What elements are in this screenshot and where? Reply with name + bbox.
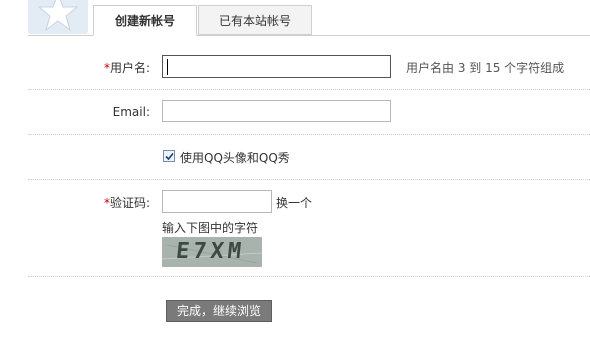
captcha-input[interactable] — [162, 190, 272, 213]
captcha-row: *验证码: 换一个 输入下图中的字符 E7XM — [28, 180, 590, 277]
captcha-instruction: 输入下图中的字符 — [162, 221, 259, 235]
qq-avatar-label[interactable]: 使用QQ头像和QQ秀 — [180, 149, 290, 166]
email-row: Email: — [28, 90, 590, 135]
email-label: Email: — [112, 105, 150, 119]
email-input[interactable] — [162, 100, 391, 122]
qq-option-row: 使用QQ头像和QQ秀 — [28, 135, 590, 180]
qq-avatar-checkbox[interactable] — [163, 150, 175, 162]
checkmark-icon — [165, 152, 174, 161]
username-input[interactable] — [162, 55, 391, 78]
tab-create-account[interactable]: 创建新帐号 — [93, 5, 197, 36]
captcha-characters: E7XM — [174, 239, 247, 264]
captcha-image: E7XM — [162, 237, 262, 267]
username-hint: 用户名由 3 到 15 个字符组成 — [406, 61, 565, 75]
text-caret — [167, 59, 168, 75]
captcha-refresh-link[interactable]: 换一个 — [276, 194, 312, 211]
tab-existing-account[interactable]: 已有本站帐号 — [198, 5, 312, 35]
account-tabs: 创建新帐号 已有本站帐号 — [28, 0, 590, 36]
captcha-label: *验证码: — [103, 196, 150, 210]
submit-button[interactable]: 完成，继续浏览 — [166, 300, 272, 322]
username-label: *用户名: — [103, 61, 150, 75]
username-row: *用户名: 用户名由 3 到 15 个字符组成 — [28, 45, 590, 90]
